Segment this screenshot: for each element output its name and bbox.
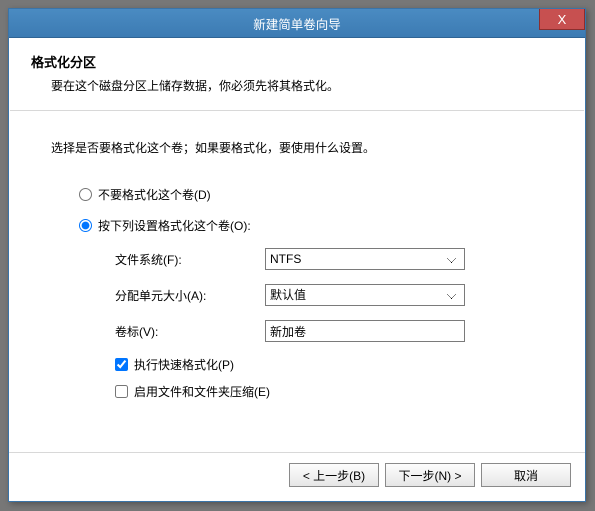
radio-no-format-label: 不要格式化这个卷(D) bbox=[98, 186, 211, 203]
close-icon: X bbox=[558, 12, 567, 27]
filesystem-label: 文件系统(F): bbox=[115, 251, 265, 268]
quick-format-checkbox[interactable] bbox=[115, 358, 128, 371]
alloc-row: 分配单元大小(A): 默认值 bbox=[115, 284, 543, 306]
radio-format[interactable]: 按下列设置格式化这个卷(O): bbox=[79, 217, 543, 234]
volume-label-row: 卷标(V): bbox=[115, 320, 543, 342]
page-title: 格式化分区 bbox=[31, 52, 563, 71]
radio-format-label: 按下列设置格式化这个卷(O): bbox=[98, 217, 251, 234]
wizard-footer: < 上一步(B) 下一步(N) > 取消 bbox=[9, 452, 585, 501]
wizard-header: 格式化分区 要在这个磁盘分区上储存数据，你必须先将其格式化。 bbox=[9, 38, 585, 110]
close-button[interactable]: X bbox=[539, 9, 585, 30]
instruction-text: 选择是否要格式化这个卷；如果要格式化，要使用什么设置。 bbox=[51, 139, 543, 156]
quick-format-row[interactable]: 执行快速格式化(P) bbox=[115, 356, 543, 373]
window-title: 新建简单卷向导 bbox=[9, 14, 585, 33]
wizard-body: 选择是否要格式化这个卷；如果要格式化，要使用什么设置。 不要格式化这个卷(D) … bbox=[9, 111, 585, 420]
filesystem-select[interactable]: NTFS bbox=[265, 248, 465, 270]
back-button[interactable]: < 上一步(B) bbox=[289, 463, 379, 487]
wizard-window: 新建简单卷向导 X 格式化分区 要在这个磁盘分区上储存数据，你必须先将其格式化。… bbox=[8, 8, 586, 502]
next-button[interactable]: 下一步(N) > bbox=[385, 463, 475, 487]
page-subtitle: 要在这个磁盘分区上储存数据，你必须先将其格式化。 bbox=[51, 77, 563, 94]
alloc-label: 分配单元大小(A): bbox=[115, 287, 265, 304]
volume-label-label: 卷标(V): bbox=[115, 323, 265, 340]
volume-label-input[interactable] bbox=[265, 320, 465, 342]
quick-format-label: 执行快速格式化(P) bbox=[134, 356, 234, 373]
alloc-select[interactable]: 默认值 bbox=[265, 284, 465, 306]
radio-no-format-input[interactable] bbox=[79, 188, 92, 201]
compress-row[interactable]: 启用文件和文件夹压缩(E) bbox=[115, 383, 543, 400]
compress-label: 启用文件和文件夹压缩(E) bbox=[134, 383, 270, 400]
filesystem-row: 文件系统(F): NTFS bbox=[115, 248, 543, 270]
format-fields: 文件系统(F): NTFS 分配单元大小(A): 默认值 卷标(V): bbox=[115, 248, 543, 342]
radio-format-input[interactable] bbox=[79, 219, 92, 232]
cancel-button[interactable]: 取消 bbox=[481, 463, 571, 487]
radio-no-format[interactable]: 不要格式化这个卷(D) bbox=[79, 186, 543, 203]
compress-checkbox[interactable] bbox=[115, 385, 128, 398]
titlebar: 新建简单卷向导 X bbox=[9, 9, 585, 38]
